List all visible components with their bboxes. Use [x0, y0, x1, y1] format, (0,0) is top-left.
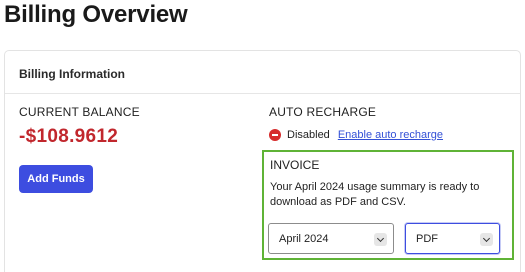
card-title: Billing Information	[19, 67, 125, 81]
auto-recharge-label: AUTO RECHARGE	[269, 105, 377, 119]
current-balance-value: -$108.9612	[19, 126, 119, 147]
invoice-title: INVOICE	[270, 158, 320, 172]
invoice-month-select[interactable]: April 2024	[268, 223, 394, 254]
invoice-description: Your April 2024 usage summary is ready t…	[270, 181, 480, 208]
invoice-panel: INVOICE Your April 2024 usage summary is…	[262, 150, 514, 260]
chevron-down-icon	[374, 233, 387, 246]
invoice-format-select[interactable]: PDF	[405, 223, 500, 254]
page-title: Billing Overview	[4, 1, 188, 28]
invoice-format-value: PDF	[416, 232, 438, 245]
card-header: Billing Information	[5, 51, 520, 94]
current-balance-label: CURRENT BALANCE	[19, 105, 140, 119]
invoice-month-value: April 2024	[279, 232, 329, 245]
chevron-down-icon	[480, 233, 493, 246]
disabled-icon	[269, 129, 281, 141]
billing-information-card: Billing Information CURRENT BALANCE -$10…	[4, 50, 521, 272]
enable-auto-recharge-link[interactable]: Enable auto recharge	[338, 129, 443, 141]
auto-recharge-status-row: Disabled Enable auto recharge	[269, 129, 443, 141]
auto-recharge-status: Disabled	[287, 129, 330, 141]
add-funds-button[interactable]: Add Funds	[19, 165, 93, 193]
